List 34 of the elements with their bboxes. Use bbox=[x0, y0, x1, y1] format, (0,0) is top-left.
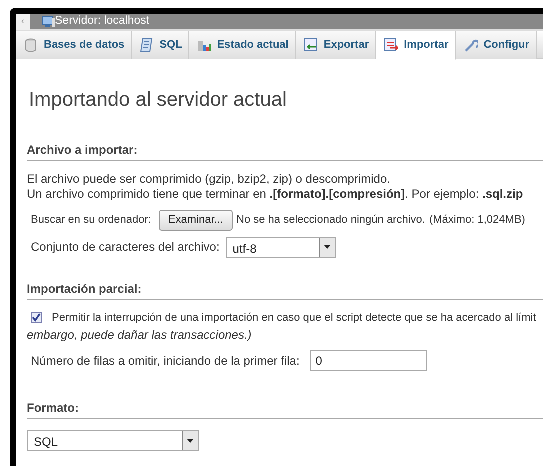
checkbox[interactable] bbox=[31, 312, 42, 324]
file-status: No se ha seleccionado ningún archivo. bbox=[236, 213, 426, 228]
tab[interactable]: SQL bbox=[132, 31, 190, 59]
wrench-icon bbox=[464, 38, 478, 52]
server-title: Servidor: localhost bbox=[55, 14, 150, 29]
note-text: embargo, puede dañar las transacciones.) bbox=[27, 328, 252, 343]
checkbox-label: Permitir la interrupción de una importación en caso que el script detecte que se ha acercado al límit bbox=[52, 310, 536, 326]
field-label: Número de filas a omitir, iniciando de la primer fila: bbox=[31, 352, 300, 370]
back-button[interactable]: ‹ bbox=[16, 14, 30, 30]
export-icon bbox=[304, 38, 318, 52]
page-heading: Importando al servidor actual bbox=[29, 88, 288, 112]
caret-icon bbox=[187, 438, 194, 442]
max-size-text: (Máximo: 1,024MB) bbox=[429, 213, 526, 228]
import-icon bbox=[384, 38, 398, 52]
info-text: El archivo puede ser comprimido (gzip, bzip2, zip) o descomprimido. bbox=[27, 172, 392, 187]
field-label: Buscar en su ordenador: bbox=[31, 213, 152, 228]
tab[interactable]: Importar bbox=[376, 31, 456, 60]
section-title: Formato: bbox=[27, 399, 543, 419]
section-title: Importación parcial: bbox=[27, 280, 543, 300]
tab[interactable]: Bases de datos bbox=[16, 31, 132, 59]
tab[interactable]: Estado actual bbox=[189, 31, 296, 59]
info-text: Un archivo comprimido tiene que terminar en .[formato].[compresión]. Por ejemplo: .sql.zip bbox=[27, 187, 524, 202]
format-select[interactable]: SQL bbox=[27, 430, 199, 451]
scroll-icon bbox=[140, 38, 154, 52]
field-label: Conjunto de caracteres del archivo: bbox=[31, 239, 220, 256]
section-title: Archivo a importar: bbox=[27, 141, 543, 161]
chart-icon bbox=[197, 38, 212, 52]
tab[interactable]: Configur bbox=[456, 31, 537, 59]
browse-button[interactable]: Examinar... bbox=[159, 210, 232, 230]
charset-select[interactable]: utf-8 bbox=[226, 236, 336, 258]
tab[interactable]: Exportar bbox=[296, 31, 376, 59]
skip-rows-field[interactable]: 0 bbox=[310, 350, 427, 371]
database-icon bbox=[24, 38, 38, 52]
caret-icon bbox=[324, 245, 331, 249]
